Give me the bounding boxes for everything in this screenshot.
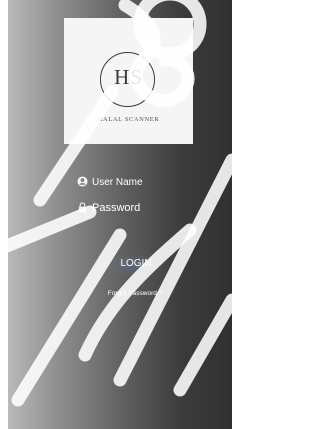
logo-monogram: HS [114, 65, 143, 89]
username-field [71, 171, 187, 193]
forgot-password-link[interactable]: Forgot Password ? [80, 290, 190, 297]
password-input[interactable] [92, 197, 186, 219]
login-button[interactable]: LOGIN [104, 249, 168, 277]
app-logo: HS HALAL SCANNER [64, 18, 193, 144]
lock-icon [78, 202, 87, 213]
username-input[interactable] [92, 171, 186, 193]
logo-text: HALAL SCANNER [97, 116, 160, 123]
screen: HS HALAL SCANNER LOGIN Forgot Password ? [0, 0, 240, 429]
logo-emblem: HS [100, 52, 155, 107]
password-field [71, 197, 187, 219]
user-circle-icon [77, 176, 88, 187]
login-screen: HS HALAL SCANNER LOGIN Forgot Password ? [8, 0, 232, 429]
